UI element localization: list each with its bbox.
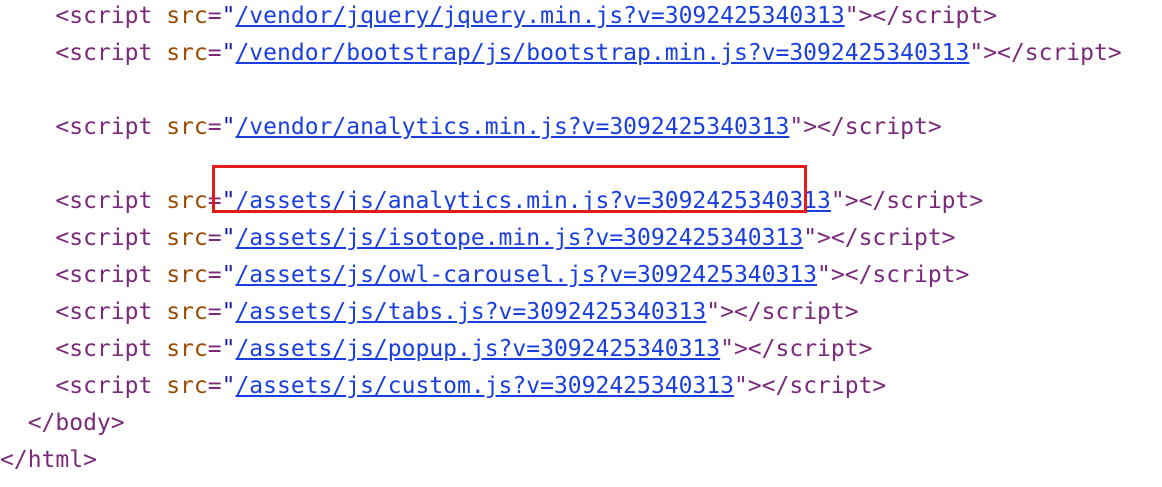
- tag-open: [0, 225, 55, 251]
- tag-open: [0, 114, 55, 140]
- script-src-link[interactable]: /vendor/bootstrap/js/bootstrap.min.js?v=…: [235, 40, 969, 66]
- source-line: <script src="/vendor/jquery/jquery.min.j…: [0, 0, 997, 35]
- attr-eq: =: [207, 373, 222, 399]
- tag-open: <script: [55, 225, 153, 251]
- tag-open: <script: [55, 40, 153, 66]
- script-src-link[interactable]: /assets/js/analytics.min.js?v=3092425340…: [235, 188, 830, 214]
- tag-close: "></script>: [733, 373, 887, 399]
- source-line-highlighted: <script src="/assets/js/analytics.min.js…: [0, 183, 983, 220]
- attr-eq: =: [207, 225, 222, 251]
- tag-open: [0, 3, 55, 29]
- tag-open: [0, 262, 55, 288]
- script-src-link[interactable]: /vendor/jquery/jquery.min.js?v=309242534…: [235, 3, 844, 29]
- tag-open: [0, 336, 55, 362]
- body-close-tag: </body>: [0, 410, 125, 436]
- tag-close: "></script>: [844, 3, 998, 29]
- tag-open: <script: [55, 114, 153, 140]
- tag-open: <script: [55, 373, 153, 399]
- attr-name: src: [166, 336, 208, 362]
- tag-close: "></script>: [803, 225, 956, 251]
- script-src-link[interactable]: /assets/js/isotope.min.js?v=309242534031…: [235, 225, 803, 251]
- tag-open: [0, 373, 55, 399]
- attr-eq: =: [207, 299, 222, 325]
- script-src-link[interactable]: /assets/js/tabs.js?v=3092425340313: [235, 299, 706, 325]
- attr-quote: ": [221, 40, 236, 66]
- tag-open: [0, 299, 55, 325]
- attr-quote: ": [221, 262, 236, 288]
- source-line: <script src="/assets/js/tabs.js?v=309242…: [0, 294, 859, 331]
- tag-open: <script: [55, 336, 153, 362]
- source-line: <script src="/assets/js/popup.js?v=30924…: [0, 331, 872, 368]
- tag-open: <script: [55, 262, 153, 288]
- tag-close: "></script>: [706, 299, 859, 325]
- script-src-link[interactable]: /assets/js/custom.js?v=3092425340313: [235, 373, 734, 399]
- attr-name: src: [166, 299, 208, 325]
- attr-name: src: [166, 40, 208, 66]
- attr-eq: =: [207, 188, 222, 214]
- tag-open: [0, 188, 55, 214]
- tag-open: <script: [55, 188, 153, 214]
- attr-name: src: [166, 262, 208, 288]
- tag-close: "></script>: [817, 262, 970, 288]
- tag-open: <script: [55, 299, 153, 325]
- tag-close: "></script>: [720, 336, 873, 362]
- attr-eq: =: [207, 336, 222, 362]
- attr-name: src: [166, 373, 208, 399]
- page-source-view: <script src="/vendor/jquery/jquery.min.j…: [0, 0, 1162, 487]
- attr-quote: ": [221, 336, 236, 362]
- attr-eq: =: [207, 40, 222, 66]
- tag-open: [0, 40, 55, 66]
- source-line: <script src="/assets/js/owl-carousel.js?…: [0, 257, 969, 294]
- attr-quote: ": [221, 114, 236, 140]
- script-src-link[interactable]: /assets/js/popup.js?v=3092425340313: [235, 336, 720, 362]
- attr-name: src: [166, 3, 208, 29]
- attr-quote: ": [221, 373, 236, 399]
- attr-quote: ": [221, 299, 236, 325]
- script-src-link[interactable]: /vendor/analytics.min.js?v=3092425340313: [235, 114, 789, 140]
- attr-quote: ": [221, 188, 236, 214]
- tag-close: "></script>: [969, 40, 1122, 66]
- source-line: <script src="/assets/js/custom.js?v=3092…: [0, 368, 886, 405]
- attr-name: src: [166, 114, 208, 140]
- tag-close: "></script>: [789, 114, 942, 140]
- tag-open: <script: [55, 3, 153, 29]
- script-src-link[interactable]: /assets/js/owl-carousel.js?v=30924253403…: [235, 262, 817, 288]
- attr-quote: ": [221, 3, 236, 29]
- source-line: <script src="/assets/js/isotope.min.js?v…: [0, 220, 956, 257]
- attr-eq: =: [207, 3, 222, 29]
- attr-eq: =: [207, 114, 222, 140]
- attr-quote: ": [221, 225, 236, 251]
- html-close-tag: </html>: [0, 447, 97, 473]
- tag-close: "></script>: [830, 188, 984, 214]
- attr-name: src: [166, 188, 208, 214]
- attr-eq: =: [207, 262, 222, 288]
- source-line: <script src="/vendor/bootstrap/js/bootst…: [0, 35, 1122, 72]
- attr-name: src: [166, 225, 208, 251]
- source-line: <script src="/vendor/analytics.min.js?v=…: [0, 109, 942, 146]
